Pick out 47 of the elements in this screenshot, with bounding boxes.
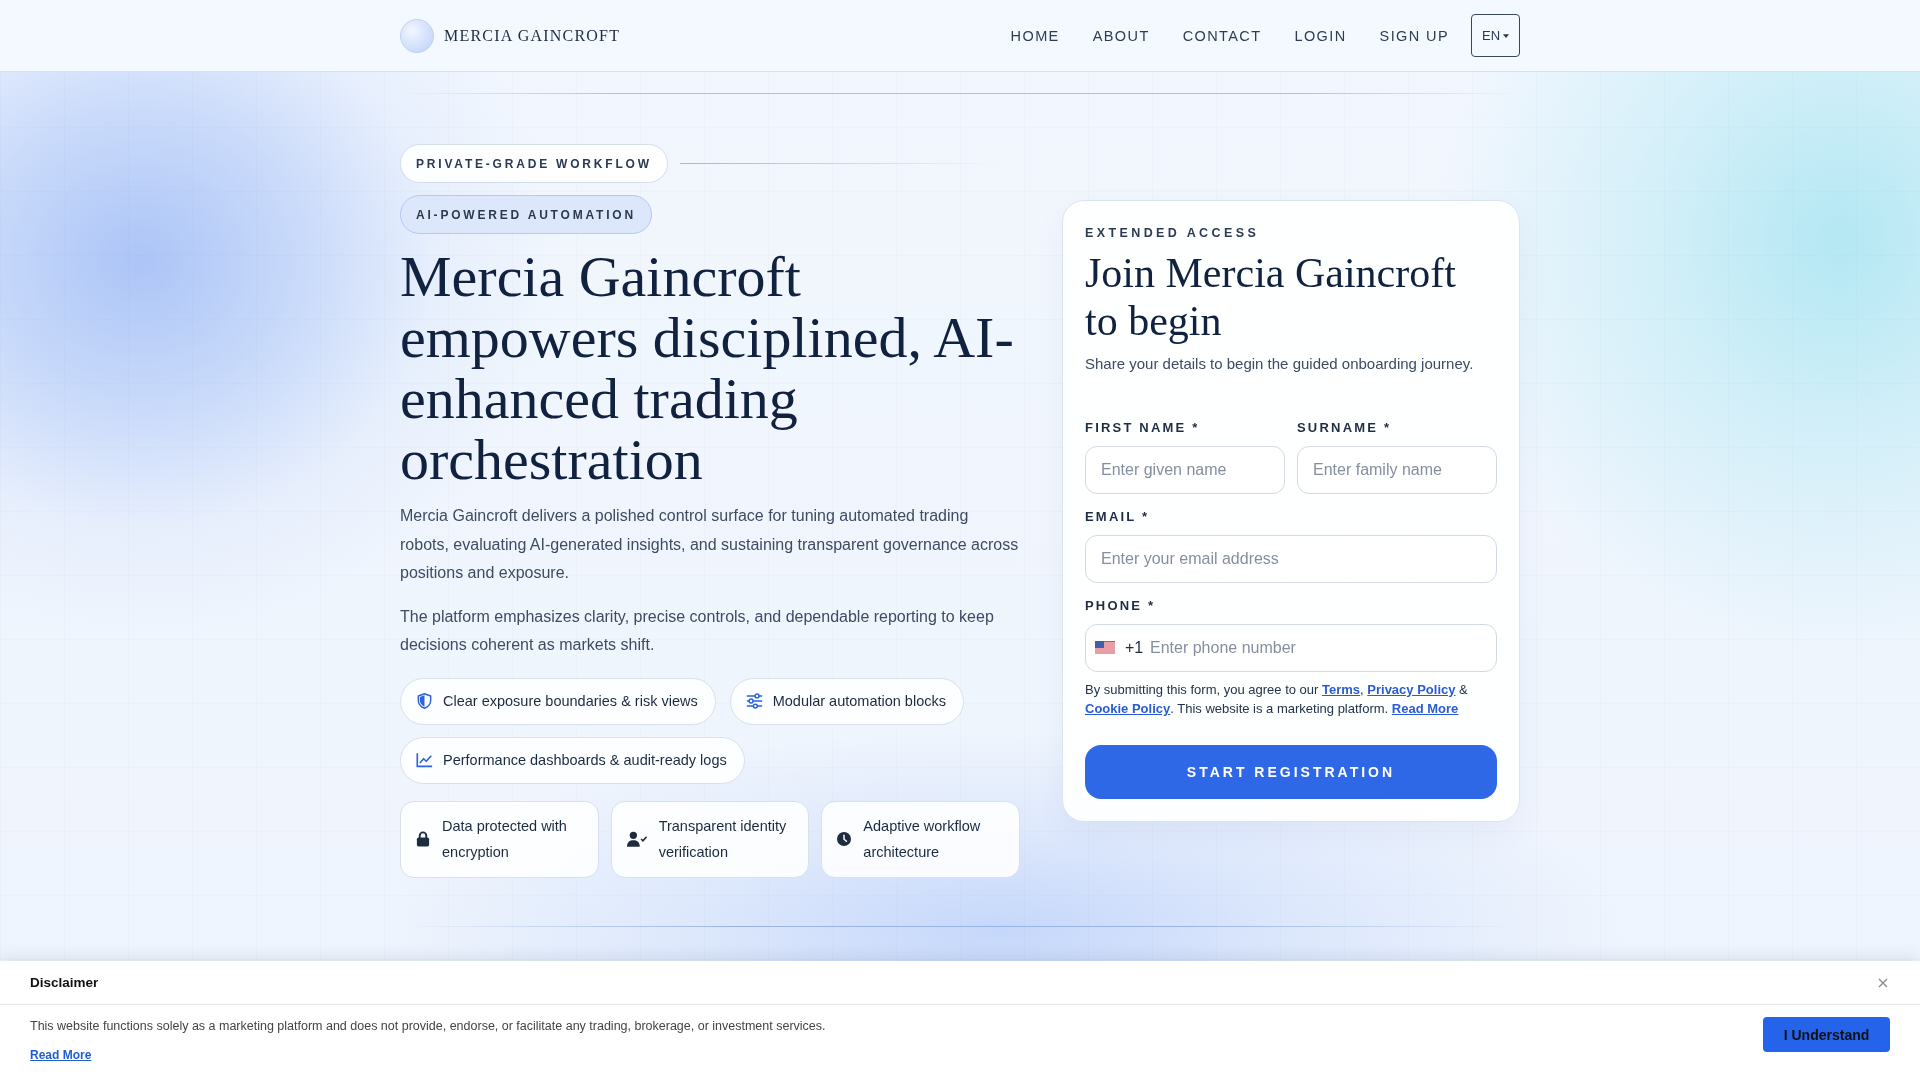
acknowledge-button[interactable]: I Understand — [1763, 1017, 1890, 1052]
name-field[interactable]: Enter given name — [1085, 445, 1285, 494]
consent-text: By submitting this form, you agree to our Terms, Privacy Policy & Cookie Policy. This website is a marketing platform. Read More — [1085, 680, 1469, 718]
sliders-icon — [745, 693, 763, 709]
assurance-label: Transparent identity verification — [658, 817, 788, 862]
nav-link[interactable]: HOME — [1010, 27, 1060, 44]
form-subtitle: Share your details to begin the guided onboarding journey. — [1085, 353, 1475, 374]
feature-label: Clear exposure boundaries & risk views — [443, 693, 698, 709]
form-eyebrow: EXTENDED ACCESS — [1085, 224, 1261, 241]
shield-icon — [416, 693, 433, 709]
dial-code[interactable]: +1 — [1125, 638, 1144, 657]
nav-link[interactable]: ABOUT — [1092, 27, 1150, 44]
hero-paragraph: Mercia Gaincroft delivers a polished control surface for tuning automated trading robots, evaluating AI-generated insights, and sustaining transparent governance across positions and exposure. — [400, 506, 1020, 583]
line-chart-icon — [416, 752, 433, 768]
flag-icon[interactable] — [1095, 641, 1115, 655]
hero-headline: Mercia Gaincroft empowers disciplined, AI-enhanced trading orchestration — [400, 246, 1015, 490]
policy-link[interactable]: Privacy Policy — [1367, 681, 1456, 697]
user-check-icon — [626, 831, 647, 847]
hero-paragraph: The platform emphasizes clarity, precise controls, and dependable reporting to keep decisions coherent as markets shift. — [400, 606, 995, 655]
disclaimer-text: This website functions solely as a marketing platform and does not provide, endorse, or facilitate any trading, brokerage, or investment services. — [30, 1018, 826, 1035]
field-label: SURNAME * — [1297, 419, 1393, 436]
field-label: EMAIL * — [1085, 508, 1151, 525]
policy-link[interactable]: Cookie Policy — [1085, 700, 1171, 716]
language-selector[interactable]: EN — [1471, 14, 1520, 57]
tag-pill: PRIVATE-GRADE WORKFLOW — [400, 144, 668, 183]
clock-icon — [837, 831, 852, 847]
read-more-link[interactable]: Read More — [30, 1047, 92, 1063]
submit-button[interactable]: START REGISTRATION — [1085, 744, 1497, 799]
field-label: FIRST NAME * — [1085, 419, 1201, 436]
field-label: PHONE * — [1085, 597, 1157, 614]
brand-name[interactable]: MERCIA GAINCROFT — [444, 26, 621, 45]
nav-link[interactable]: SIGN UP — [1379, 27, 1449, 44]
nav-link[interactable]: LOGIN — [1294, 27, 1347, 44]
feature-label: Modular automation blocks — [772, 693, 946, 709]
lock-icon — [416, 831, 430, 847]
email-field[interactable]: Enter your email address — [1085, 534, 1497, 583]
form-title: Join Mercia Gaincroft to begin — [1085, 248, 1457, 345]
assurance-label: Data protected with encryption — [442, 817, 568, 862]
tag-pill: AI-POWERED AUTOMATION — [400, 195, 652, 234]
close-icon[interactable] — [1878, 977, 1888, 988]
assurance-label: Adaptive workflow architecture — [863, 817, 982, 862]
policy-link[interactable]: Read More — [1391, 700, 1459, 716]
caret-icon — [1503, 33, 1510, 38]
name-field[interactable]: Enter family name — [1297, 445, 1497, 494]
feature-label: Performance dashboards & audit-ready logs — [443, 752, 727, 768]
disclaimer-title: Disclaimer — [30, 975, 99, 990]
nav-link[interactable]: CONTACT — [1182, 27, 1262, 44]
